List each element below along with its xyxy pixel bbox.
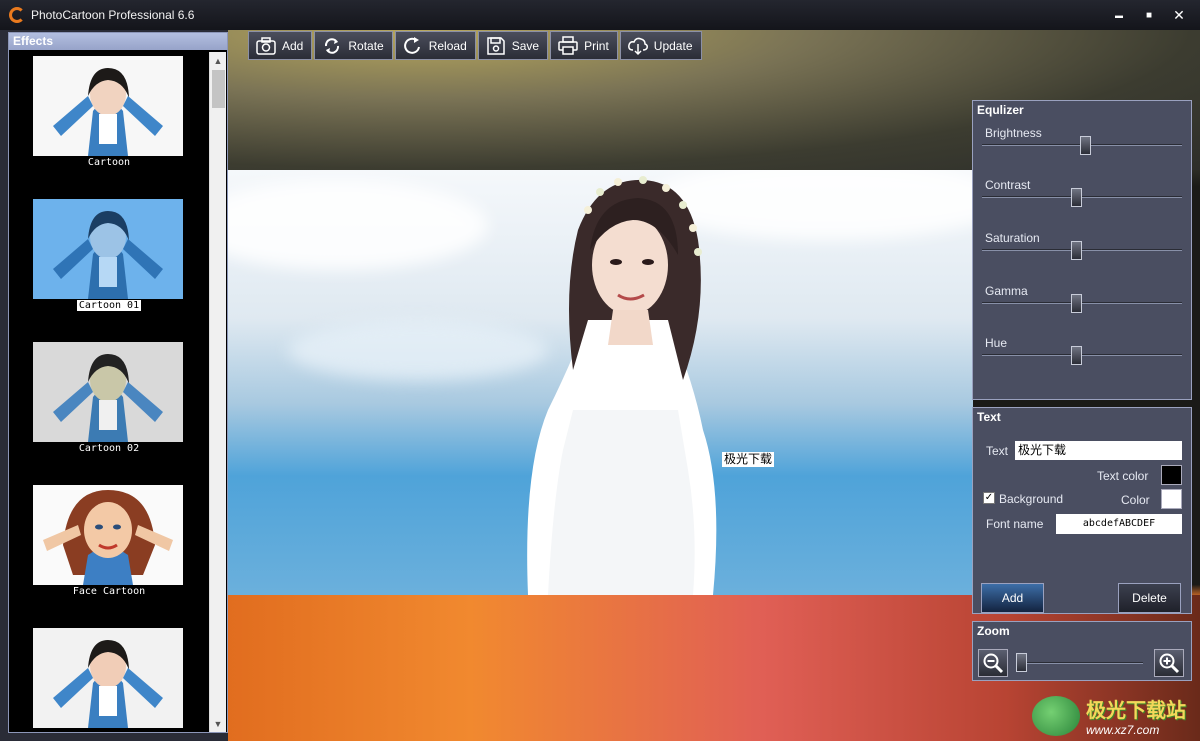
watermark-text: 极光下载站	[1086, 700, 1186, 722]
add-button-label: Add	[282, 38, 304, 53]
cartoon-photo[interactable]: 极光下载	[228, 170, 973, 595]
gamma-slider-row: Gamma	[982, 284, 1185, 313]
font-name-label: Font name	[986, 517, 1044, 531]
hue-slider-thumb[interactable]	[1070, 346, 1082, 365]
rotate-button[interactable]: Rotate	[314, 31, 393, 60]
gamma-slider-thumb[interactable]	[1070, 294, 1082, 313]
brightness-slider-thumb[interactable]	[1080, 136, 1092, 155]
hue-slider-row: Hue	[982, 336, 1185, 365]
add-text-button[interactable]: Add	[981, 583, 1044, 613]
watermark: 极光下载站 www.xz7.com	[1032, 694, 1186, 737]
text-panel: Text Text 极光下载 Text color ✓ Background C…	[972, 407, 1192, 614]
effect-label: Face Cartoon	[72, 586, 146, 597]
text-label: Text	[986, 444, 1009, 458]
rotate-icon	[325, 37, 340, 54]
gamma-label: Gamma	[985, 284, 1028, 298]
effect-thumbnail-cartoon[interactable]	[33, 56, 183, 156]
text-color-swatch[interactable]	[1161, 465, 1182, 485]
minimize-icon: ▬	[1115, 10, 1123, 20]
zoom-in-button[interactable]	[1154, 649, 1184, 677]
effects-header: Effects	[9, 33, 227, 50]
reload-button[interactable]: Reload	[394, 31, 476, 60]
close-icon: ✕	[1173, 6, 1185, 23]
background-label: Background	[999, 492, 1064, 506]
scroll-up-icon[interactable]: ▲	[210, 52, 226, 69]
saturation-slider-thumb[interactable]	[1070, 241, 1082, 260]
saturation-slider[interactable]	[982, 249, 1182, 251]
equalizer-panel: Equlizer Brightness Contrast Saturation …	[972, 100, 1192, 400]
hue-label: Hue	[985, 336, 1008, 350]
text-overlay[interactable]: 极光下载	[722, 452, 775, 467]
contrast-slider-row: Contrast	[982, 178, 1185, 207]
zoom-panel: Zoom	[972, 621, 1192, 681]
save-button[interactable]: Save	[477, 31, 549, 60]
text-color-label: Text color	[1097, 469, 1149, 483]
effects-panel: Effects Cartoon Cartoon 01 Cartoon 02 Fa…	[8, 32, 228, 733]
watermark-logo-icon	[1032, 695, 1080, 736]
effect-thumbnail[interactable]	[33, 628, 183, 728]
contrast-slider-thumb[interactable]	[1070, 188, 1082, 207]
delete-text-button-label: Delete	[1132, 591, 1167, 605]
print-button[interactable]: Print	[550, 31, 618, 60]
toolbar: Add Rotate Reload Save Print Update	[248, 31, 702, 60]
zoom-in-icon	[1159, 653, 1180, 674]
cloud-download-icon	[627, 37, 648, 55]
maximize-button[interactable]: ■	[1134, 0, 1164, 30]
font-name-picker[interactable]: abcdefABCDEF	[1056, 514, 1182, 534]
update-button-label: Update	[653, 38, 693, 53]
effect-label: Cartoon	[87, 157, 131, 168]
title-bar: PhotoCartoon Professional 6.6 ▬ ■ ✕	[0, 0, 1200, 30]
watermark-url: www.xz7.com	[1086, 723, 1160, 737]
print-icon	[558, 35, 578, 55]
app-logo-icon	[9, 7, 25, 23]
equalizer-title: Equlizer	[977, 103, 1024, 117]
add-text-button-label: Add	[1001, 591, 1024, 605]
zoom-title: Zoom	[977, 624, 1010, 638]
window-title: PhotoCartoon Professional 6.6	[31, 8, 195, 22]
reload-button-label: Reload	[428, 38, 467, 53]
text-panel-title: Text	[977, 410, 1001, 424]
print-button-label: Print	[584, 38, 609, 53]
minimize-button[interactable]: ▬	[1104, 0, 1134, 30]
rotate-button-label: Rotate	[348, 38, 384, 53]
zoom-slider[interactable]	[1017, 662, 1143, 664]
effects-list: Cartoon Cartoon 01 Cartoon 02 Face Carto…	[9, 51, 209, 732]
background-checkbox[interactable]: ✓	[983, 492, 995, 504]
save-button-label: Save	[511, 38, 540, 53]
scroll-down-icon[interactable]: ▼	[210, 715, 226, 732]
delete-text-button[interactable]: Delete	[1118, 583, 1181, 613]
hue-slider[interactable]	[982, 354, 1182, 356]
main-frame: Effects Cartoon Cartoon 01 Cartoon 02 Fa…	[0, 30, 1200, 741]
saturation-label: Saturation	[985, 231, 1040, 245]
zoom-slider-thumb[interactable]	[1016, 653, 1027, 672]
zoom-out-icon	[983, 653, 1004, 674]
update-button[interactable]: Update	[619, 31, 702, 60]
effects-scrollbar[interactable]: ▲ ▼	[209, 52, 226, 732]
color-label: Color	[1121, 493, 1150, 507]
brightness-slider-row: Brightness	[982, 126, 1185, 155]
background-color-swatch[interactable]	[1161, 489, 1182, 509]
camera-icon	[256, 36, 276, 55]
saturation-slider-row: Saturation	[982, 231, 1185, 260]
scroll-thumb[interactable]	[212, 70, 225, 108]
contrast-label: Contrast	[985, 178, 1031, 192]
close-button[interactable]: ✕	[1164, 0, 1194, 30]
zoom-out-button[interactable]	[978, 649, 1008, 677]
effect-label: Cartoon 01	[76, 300, 142, 311]
save-icon	[487, 36, 505, 55]
add-button[interactable]: Add	[248, 31, 313, 60]
effect-thumbnail-face-cartoon[interactable]	[33, 485, 183, 585]
checkmark-icon: ✓	[984, 492, 994, 503]
maximize-icon: ■	[1145, 9, 1153, 21]
effect-thumbnail-cartoon-01[interactable]	[33, 199, 183, 299]
contrast-slider[interactable]	[982, 196, 1182, 198]
text-input[interactable]: 极光下载	[1015, 441, 1182, 460]
reload-icon	[403, 36, 420, 54]
gamma-slider[interactable]	[982, 302, 1182, 304]
effect-thumbnail-cartoon-02[interactable]	[33, 342, 183, 442]
effect-label: Cartoon 02	[78, 443, 140, 454]
